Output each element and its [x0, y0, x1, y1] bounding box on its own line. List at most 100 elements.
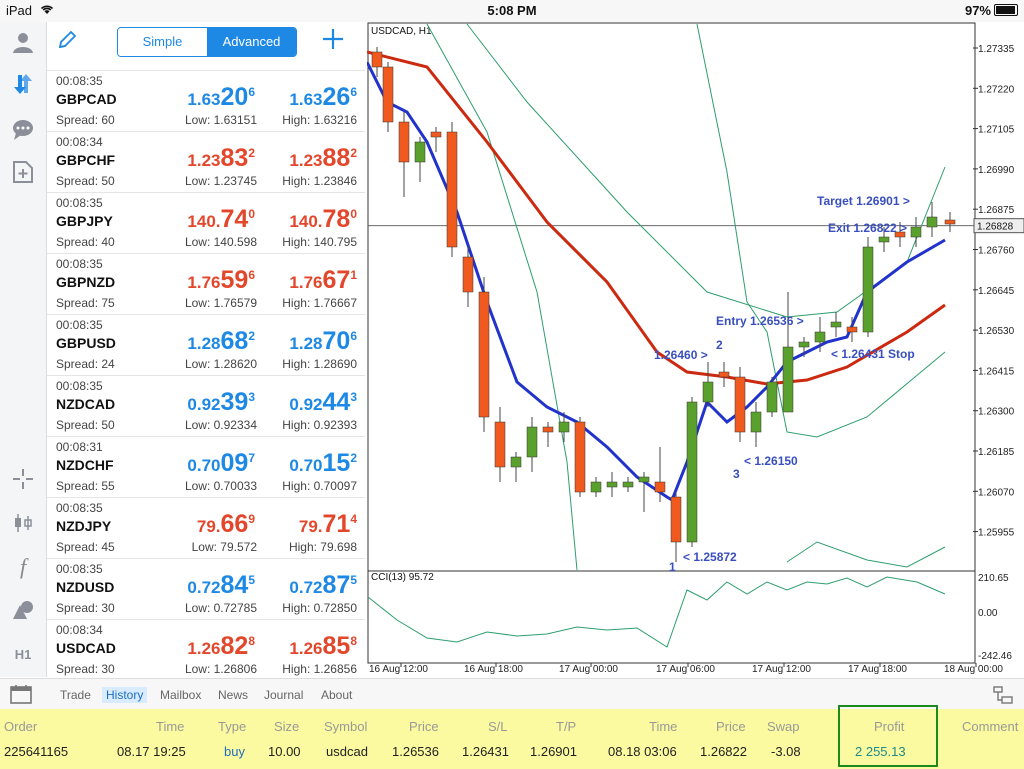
quote-row[interactable]: 00:08:35 GBPCAD Spread: 60 Low: 1.63151 High…	[47, 70, 365, 131]
ask-price[interactable]: 1.23882	[289, 144, 357, 173]
bid-price[interactable]: 140.740	[187, 205, 255, 234]
ask-price-fraction: 4	[350, 512, 357, 526]
candles-icon[interactable]	[9, 509, 37, 537]
quote-row[interactable]: 00:08:35 NZDJPY Spread: 45 Low: 79.572 High:…	[47, 497, 365, 558]
bid-price-pips: 82	[220, 632, 249, 660]
price-tick-label: 1.27105	[978, 125, 1015, 136]
quote-high: High: 1.76667	[282, 296, 357, 310]
candle	[622, 481, 634, 488]
quote-spread: Spread: 30	[56, 662, 115, 676]
ask-price-fraction: 2	[350, 451, 357, 465]
ask-price[interactable]: 1.26858	[289, 632, 357, 661]
tab-mailbox[interactable]: Mailbox	[156, 687, 205, 703]
quote-high: High: 0.70097	[282, 479, 357, 493]
quote-row[interactable]: 00:08:34 USDCAD Spread: 30 Low: 1.26806 High…	[47, 619, 365, 677]
ask-price[interactable]: 140.780	[289, 205, 357, 234]
cell-order[interactable]: 225641165	[4, 744, 68, 759]
ask-price[interactable]: 1.28706	[289, 327, 357, 356]
mode-simple-button[interactable]: Simple	[118, 28, 207, 56]
bid-price[interactable]: 1.76596	[187, 266, 255, 295]
timeframe-icon[interactable]: H1	[9, 640, 37, 668]
price-chart[interactable]: 1.27335 1.27220 1.27105 1.26990 1.26875 1.267…	[367, 22, 1024, 677]
objects-icon[interactable]	[9, 596, 37, 624]
quote-row[interactable]: 00:08:31 NZDCHF Spread: 55 Low: 0.70033 High…	[47, 436, 365, 497]
bid-price-major: 1.26	[187, 639, 221, 658]
bid-price[interactable]: 79.669	[197, 510, 255, 539]
bid-price-pips: 84	[220, 571, 249, 599]
cell-open-time[interactable]: 08.17 19:25	[117, 744, 186, 759]
ask-price[interactable]: 1.76671	[289, 266, 357, 295]
cell-size[interactable]: 10.00	[268, 744, 301, 759]
col-symbol: Symbol	[324, 719, 368, 734]
bid-price[interactable]: 1.63206	[187, 83, 255, 112]
trade-arrows-icon[interactable]	[9, 70, 37, 98]
tab-about[interactable]: About	[317, 687, 356, 703]
col-open-time: Time	[156, 719, 185, 734]
candle	[702, 381, 714, 403]
bid-price-fraction: 3	[248, 390, 255, 404]
battery-icon	[994, 4, 1018, 16]
chart-area[interactable]: 1.27335 1.27220 1.27105 1.26990 1.26875 1.267…	[367, 22, 1024, 677]
ask-price[interactable]: 79.714	[299, 510, 357, 539]
candle	[878, 236, 890, 243]
quote-spread: Spread: 50	[56, 418, 115, 432]
cell-tp[interactable]: 1.26901	[530, 744, 577, 759]
point3-price-annotation: < 1.26150	[744, 454, 798, 468]
bid-price-major: 1.63	[187, 90, 221, 109]
add-symbol-button[interactable]	[322, 24, 344, 56]
quote-row[interactable]: 00:08:35 GBPNZD Spread: 75 Low: 1.76579 High…	[47, 253, 365, 314]
time-tick-label: 17 Aug 18:00	[848, 664, 907, 675]
battery-percent: 97%	[964, 3, 991, 18]
ask-price[interactable]: 0.70152	[289, 449, 357, 478]
tab-history[interactable]: History	[102, 687, 148, 703]
quote-symbol: GBPCAD	[56, 91, 117, 107]
candle	[734, 376, 746, 433]
bid-price[interactable]: 0.70097	[187, 449, 255, 478]
col-open-price: Price	[409, 719, 439, 734]
ask-price[interactable]: 1.63266	[289, 83, 357, 112]
quote-low: Low: 1.28620	[184, 357, 257, 371]
quotes-mode-switch: Simple Advanced	[117, 27, 297, 57]
bid-price[interactable]: 1.23832	[187, 144, 255, 173]
cell-symbol[interactable]: usdcad	[326, 744, 368, 759]
status-bar: iPad 5:08 PM 97%	[0, 0, 1024, 22]
account-icon[interactable]	[9, 28, 37, 56]
layout-toggle-icon[interactable]	[992, 685, 1014, 710]
ask-price-major: 1.28	[289, 334, 323, 353]
entry-annotation: Entry 1.26536 >	[716, 314, 804, 328]
tab-trade[interactable]: Trade	[56, 687, 95, 703]
tab-news[interactable]: News	[214, 687, 252, 703]
mode-advanced-button[interactable]: Advanced	[207, 28, 296, 56]
bid-price[interactable]: 1.28682	[187, 327, 255, 356]
quote-low: Low: 1.63151	[184, 113, 257, 127]
bid-price[interactable]: 1.26828	[187, 632, 255, 661]
quote-row[interactable]: 00:08:35 NZDCAD Spread: 50 Low: 0.92334 High…	[47, 375, 365, 436]
ask-price[interactable]: 0.92443	[289, 388, 357, 417]
bid-price[interactable]: 0.72845	[187, 571, 255, 600]
chat-icon[interactable]	[9, 116, 37, 144]
calendar-icon[interactable]	[10, 684, 32, 709]
cell-swap[interactable]: -3.08	[771, 744, 801, 759]
price-tick-label: 1.26530	[978, 326, 1015, 337]
cell-sl[interactable]: 1.26431	[462, 744, 509, 759]
cell-close-price[interactable]: 1.26822	[700, 744, 747, 759]
ask-price[interactable]: 0.72875	[289, 571, 357, 600]
candle	[798, 341, 810, 348]
quote-row[interactable]: 00:08:35 GBPJPY Spread: 40 Low: 140.598 High…	[47, 192, 365, 253]
candle	[910, 226, 922, 238]
quote-row[interactable]: 00:08:34 GBPCHF Spread: 50 Low: 1.23745 High…	[47, 131, 365, 192]
cell-type[interactable]: buy	[224, 744, 245, 759]
cell-open-price[interactable]: 1.26536	[392, 744, 439, 759]
quote-spread: Spread: 45	[56, 540, 115, 554]
edit-pencil-icon[interactable]	[57, 30, 77, 55]
indicators-icon[interactable]: f	[9, 553, 37, 581]
crosshair-icon[interactable]	[9, 465, 37, 493]
quote-row[interactable]: 00:08:35 NZDUSD Spread: 30 Low: 0.72785 High…	[47, 558, 365, 619]
cell-close-time[interactable]: 08.18 03:06	[608, 744, 677, 759]
quote-row[interactable]: 00:08:35 GBPUSD Spread: 24 Low: 1.28620 High…	[47, 314, 365, 375]
new-order-icon[interactable]	[9, 158, 37, 186]
bid-price[interactable]: 0.92393	[187, 388, 255, 417]
tab-journal[interactable]: Journal	[260, 687, 307, 703]
quote-spread: Spread: 40	[56, 235, 115, 249]
quote-low: Low: 79.572	[191, 540, 257, 554]
